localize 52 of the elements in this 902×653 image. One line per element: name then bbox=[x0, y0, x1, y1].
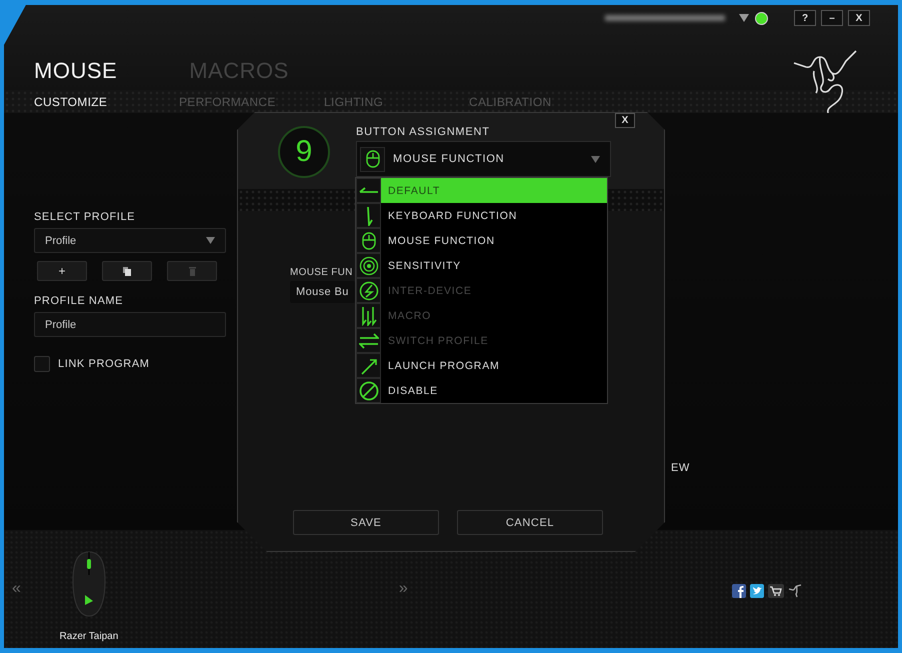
link-program-label: LINK PROGRAM bbox=[58, 358, 150, 370]
facebook-icon[interactable] bbox=[732, 584, 746, 598]
main-tab[interactable]: MOUSE bbox=[34, 58, 118, 84]
bolt-circle-icon bbox=[358, 280, 378, 300]
dropdown-arrow-icon[interactable] bbox=[739, 14, 749, 22]
mouse-icon bbox=[362, 232, 376, 250]
mouse-drawing bbox=[70, 550, 107, 616]
target-icon bbox=[358, 256, 378, 276]
close-button[interactable]: X bbox=[615, 113, 635, 128]
device-name: Razer Taipan bbox=[60, 630, 118, 642]
twitter-icon[interactable] bbox=[750, 584, 764, 598]
dialog-title: BUTTON ASSIGNMENT bbox=[356, 126, 491, 138]
cancel-button[interactable]: CANCEL bbox=[457, 510, 603, 535]
option-label: DEFAULT bbox=[388, 184, 440, 196]
link-program-checkbox[interactable] bbox=[34, 356, 50, 372]
window-control-button[interactable]: – bbox=[821, 10, 843, 26]
add-profile-button[interactable]: + bbox=[37, 261, 87, 281]
cart-icon[interactable] bbox=[768, 584, 784, 598]
swap-arrows-icon bbox=[358, 332, 378, 348]
arrows-icon bbox=[360, 306, 378, 326]
window-control-button[interactable]: X bbox=[848, 10, 870, 26]
trash-icon bbox=[188, 266, 196, 276]
profile-dropdown[interactable]: Profile bbox=[34, 228, 226, 253]
sub-tab[interactable]: CUSTOMIZE bbox=[34, 94, 179, 108]
snake-icon[interactable] bbox=[788, 584, 802, 598]
dropdown-arrow-icon bbox=[591, 156, 600, 162]
profile-name-field[interactable]: Profile bbox=[34, 312, 226, 337]
option-label: MACRO bbox=[388, 310, 432, 322]
option-label: SWITCH PROFILE bbox=[388, 334, 488, 346]
copy-icon bbox=[123, 266, 131, 276]
select-profile-label: SELECT PROFILE bbox=[34, 211, 136, 223]
partial-label: EW bbox=[671, 462, 690, 474]
option-label: SENSITIVITY bbox=[388, 260, 461, 272]
button-number: 9 bbox=[278, 126, 330, 178]
option-label: MOUSE FUNCTION bbox=[388, 234, 495, 246]
option-label: INTER-DEVICE bbox=[388, 284, 472, 296]
menu-option[interactable]: DEFAULT bbox=[356, 178, 607, 203]
mouse-function-label: MOUSE FUN bbox=[290, 267, 353, 278]
mouse-function-field[interactable]: Mouse Bu bbox=[290, 281, 355, 303]
option-label: LAUNCH PROGRAM bbox=[388, 360, 500, 372]
assignment-dropdown[interactable]: MOUSE FUNCTION bbox=[356, 141, 611, 177]
profile-name-label: PROFILE NAME bbox=[34, 295, 124, 307]
save-button[interactable]: SAVE bbox=[293, 510, 439, 535]
mouse-icon bbox=[366, 150, 380, 168]
option-label: DISABLE bbox=[388, 384, 438, 396]
dropdown-arrow-icon bbox=[206, 237, 215, 244]
copy-profile-button[interactable] bbox=[102, 261, 152, 281]
diagonal-arrow-icon bbox=[360, 356, 378, 374]
left-arrow-icon bbox=[358, 186, 378, 196]
blocked-icon bbox=[358, 380, 378, 400]
option-label: KEYBOARD FUNCTION bbox=[388, 210, 518, 222]
window-control-button[interactable]: ? bbox=[794, 10, 816, 26]
